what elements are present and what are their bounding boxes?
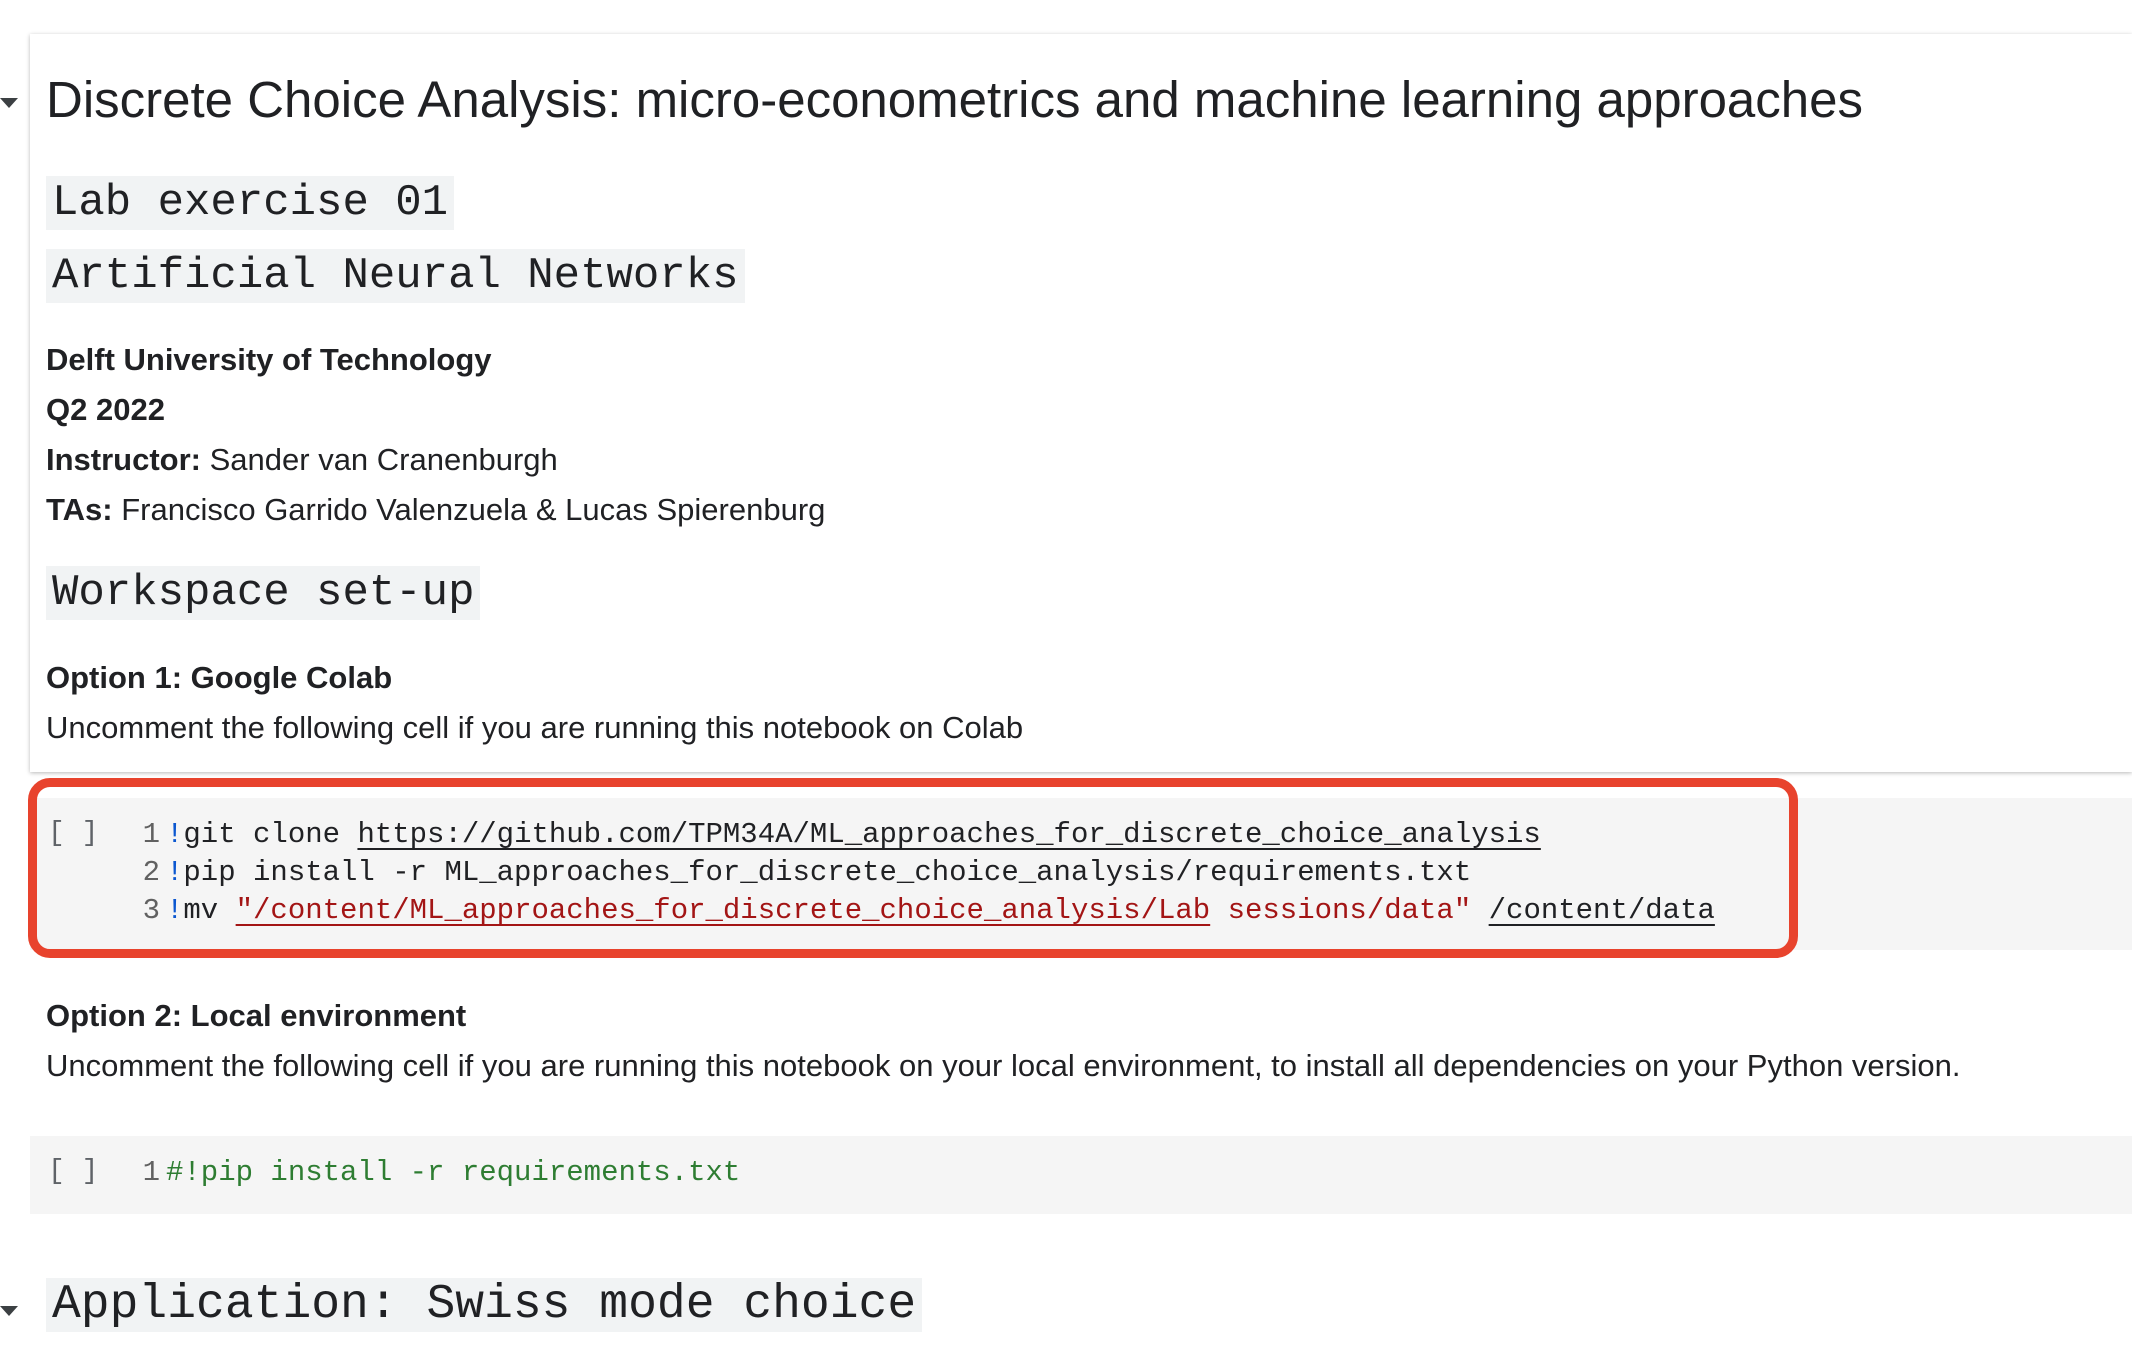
code-command: pip install -r ML_approaches_for_discret… <box>183 856 1472 889</box>
tas-label: TAs: <box>46 492 113 527</box>
option2-title: Option 2: Local environment <box>46 998 467 1033</box>
repo-link[interactable]: https://github.com/TPM34A/ML_approaches_… <box>357 818 1540 851</box>
notebook-page: Discrete Choice Analysis: micro-economet… <box>0 0 2132 1362</box>
destination-path[interactable]: /content/data <box>1489 894 1715 927</box>
option2-text: Uncomment the following cell if you are … <box>46 1048 1961 1083</box>
option1-title: Option 1: Google Colab <box>46 660 393 695</box>
run-cell-button[interactable]: [ ] <box>48 1156 98 1187</box>
tas-names: Francisco Garrido Valenzuela & Lucas Spi… <box>112 492 826 527</box>
code-line-1[interactable]: 1 !git clone https://github.com/TPM34A/ML… <box>126 816 1541 854</box>
code-command: mv <box>183 894 236 927</box>
run-cell-button[interactable]: [ ] <box>48 818 98 849</box>
shell-bang: ! <box>166 818 184 851</box>
source-path-string-rest: sessions/data" <box>1210 894 1472 927</box>
line-number: 1 <box>142 818 160 851</box>
notebook-title: Discrete Choice Analysis: micro-economet… <box>46 71 1864 128</box>
source-path-string[interactable]: "/content/ML_approaches_for_discrete_cho… <box>236 894 1211 927</box>
shell-bang: ! <box>166 894 184 927</box>
tas-line: TAs: Francisco Garrido Valenzuela & Luca… <box>46 490 825 530</box>
code-line-3[interactable]: 3 !mv "/content/ML_approaches_for_discret… <box>126 892 1715 930</box>
term-text: Q2 2022 <box>46 392 165 427</box>
line-number: 1 <box>142 1156 160 1189</box>
application-heading: Application: Swiss mode choice <box>46 1278 923 1332</box>
instructor-line: Instructor: Sander van Cranenburgh <box>46 440 558 480</box>
university-text: Delft University of Technology <box>46 342 492 377</box>
instructor-label: Instructor: <box>46 442 201 477</box>
code-command: git clone <box>183 818 358 851</box>
code-comment: #!pip install -r requirements.txt <box>166 1156 741 1189</box>
code-line-1[interactable]: 1 #!pip install -r requirements.txt <box>126 1154 741 1192</box>
code-line-2[interactable]: 2 !pip install -r ML_approaches_for_discr… <box>126 854 1472 892</box>
instructor-name: Sander van Cranenburgh <box>201 442 558 477</box>
collapse-section-icon[interactable] <box>0 1306 18 1316</box>
shell-bang: ! <box>166 856 184 889</box>
option1-text: Uncomment the following cell if you are … <box>46 710 1024 745</box>
workspace-heading: Workspace set-up <box>46 566 481 620</box>
line-number: 2 <box>142 856 160 889</box>
topic-heading: Artificial Neural Networks <box>46 249 745 303</box>
collapse-section-icon[interactable] <box>0 98 18 108</box>
line-number: 3 <box>142 894 160 927</box>
lab-heading: Lab exercise 01 <box>46 176 455 230</box>
